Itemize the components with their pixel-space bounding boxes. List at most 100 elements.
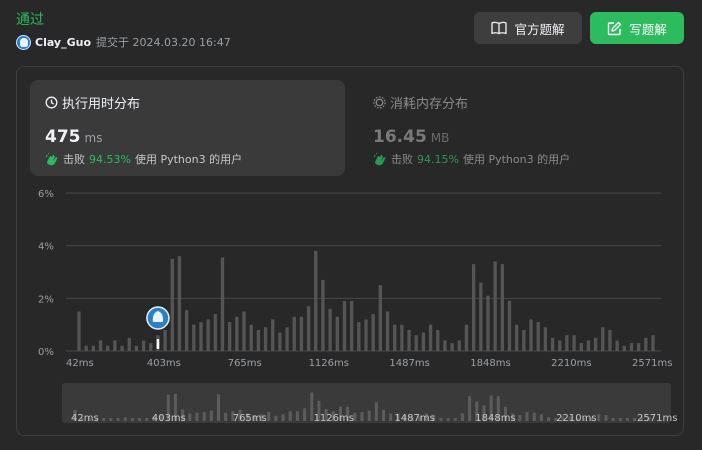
bar[interactable] bbox=[256, 329, 261, 351]
bar[interactable] bbox=[522, 329, 526, 351]
bar[interactable] bbox=[184, 310, 189, 351]
bar[interactable] bbox=[249, 324, 253, 351]
bar[interactable] bbox=[314, 250, 318, 351]
user-marker-line bbox=[156, 339, 160, 349]
overview-tick-label: 1848ms bbox=[475, 413, 515, 424]
bar[interactable] bbox=[91, 345, 95, 351]
bar[interactable] bbox=[371, 314, 375, 351]
bar[interactable] bbox=[342, 300, 347, 351]
overview-bar bbox=[295, 411, 299, 421]
overview-bar bbox=[188, 413, 192, 421]
bar[interactable] bbox=[550, 337, 555, 351]
bar[interactable] bbox=[199, 322, 203, 351]
bar[interactable] bbox=[565, 335, 569, 351]
bar[interactable] bbox=[127, 337, 131, 351]
bar[interactable] bbox=[464, 324, 469, 351]
overview-bar bbox=[123, 417, 127, 421]
bar[interactable] bbox=[471, 264, 476, 351]
bar[interactable] bbox=[572, 335, 576, 351]
bar[interactable] bbox=[235, 316, 239, 351]
bar[interactable] bbox=[644, 337, 648, 351]
bar[interactable] bbox=[350, 300, 354, 351]
bar[interactable] bbox=[651, 335, 655, 351]
bar[interactable] bbox=[500, 264, 504, 351]
overview-bar bbox=[547, 417, 551, 421]
overview-bar bbox=[116, 418, 120, 421]
overview-bar bbox=[625, 418, 629, 421]
bar[interactable] bbox=[77, 311, 81, 352]
bar[interactable] bbox=[529, 319, 533, 351]
bar[interactable] bbox=[421, 332, 426, 351]
bar[interactable] bbox=[213, 314, 217, 351]
bar[interactable] bbox=[106, 345, 110, 351]
bar[interactable] bbox=[242, 311, 246, 352]
bar[interactable] bbox=[586, 340, 591, 351]
bar[interactable] bbox=[558, 340, 562, 351]
bar[interactable] bbox=[170, 258, 174, 351]
bar[interactable] bbox=[113, 340, 117, 351]
overview-bar bbox=[382, 409, 386, 421]
bar[interactable] bbox=[593, 337, 598, 351]
bar[interactable] bbox=[285, 327, 289, 351]
bar[interactable] bbox=[206, 319, 210, 351]
overview-bar bbox=[145, 418, 149, 421]
bar[interactable] bbox=[84, 345, 88, 351]
bar[interactable] bbox=[436, 329, 440, 351]
bar[interactable] bbox=[177, 256, 182, 351]
bar[interactable] bbox=[393, 324, 397, 351]
x-tick-label: 42ms bbox=[66, 358, 94, 369]
bar[interactable] bbox=[357, 322, 361, 351]
bar[interactable] bbox=[622, 345, 626, 351]
bar[interactable] bbox=[149, 343, 153, 351]
overview-bar bbox=[611, 418, 615, 421]
bar[interactable] bbox=[443, 340, 447, 351]
bar[interactable] bbox=[543, 327, 548, 351]
runtime-distribution-chart[interactable]: 0% 2% 4% 6% 42ms 403ms 765ms 1126ms 1487ms 1848ms… bbox=[0, 0, 702, 450]
bar[interactable] bbox=[493, 261, 497, 351]
bar[interactable] bbox=[220, 257, 225, 351]
bar[interactable] bbox=[335, 316, 339, 351]
bar[interactable] bbox=[608, 329, 612, 351]
bar[interactable] bbox=[479, 282, 483, 351]
bar[interactable] bbox=[163, 329, 167, 351]
overview-bar bbox=[102, 418, 106, 421]
bar[interactable] bbox=[192, 324, 196, 351]
bar[interactable] bbox=[407, 329, 411, 351]
bar[interactable] bbox=[306, 306, 311, 351]
bar[interactable] bbox=[378, 285, 382, 351]
bar[interactable] bbox=[364, 319, 368, 351]
bar[interactable] bbox=[120, 345, 124, 351]
bar[interactable] bbox=[457, 340, 461, 351]
bar[interactable] bbox=[515, 324, 519, 351]
bar[interactable] bbox=[228, 322, 232, 351]
overview-bar bbox=[267, 412, 271, 421]
overview-bar bbox=[130, 418, 134, 421]
bar[interactable] bbox=[299, 316, 304, 351]
bar[interactable] bbox=[450, 343, 454, 351]
bar[interactable] bbox=[263, 327, 268, 351]
bar[interactable] bbox=[579, 343, 583, 351]
bar[interactable] bbox=[271, 319, 275, 351]
overview-bar bbox=[525, 412, 529, 421]
bar[interactable] bbox=[414, 335, 418, 351]
bar[interactable] bbox=[601, 327, 605, 351]
overview-tick-label: 403ms bbox=[152, 413, 186, 424]
bar[interactable] bbox=[141, 340, 146, 351]
bar[interactable] bbox=[134, 345, 139, 351]
bar[interactable] bbox=[321, 279, 325, 351]
bar[interactable] bbox=[486, 295, 490, 351]
bar[interactable] bbox=[637, 343, 641, 351]
overview-tick-label: 1126ms bbox=[314, 413, 354, 424]
x-tick-label: 2571ms bbox=[632, 358, 672, 369]
bar[interactable] bbox=[400, 324, 404, 351]
bar[interactable] bbox=[328, 308, 332, 351]
bar[interactable] bbox=[292, 316, 296, 351]
bar[interactable] bbox=[536, 322, 540, 351]
bar[interactable] bbox=[98, 340, 103, 351]
bar[interactable] bbox=[629, 343, 634, 351]
bar[interactable] bbox=[615, 340, 619, 351]
bar[interactable] bbox=[278, 332, 282, 351]
bar[interactable] bbox=[507, 300, 512, 351]
bar[interactable] bbox=[428, 324, 433, 351]
bar[interactable] bbox=[385, 311, 390, 352]
